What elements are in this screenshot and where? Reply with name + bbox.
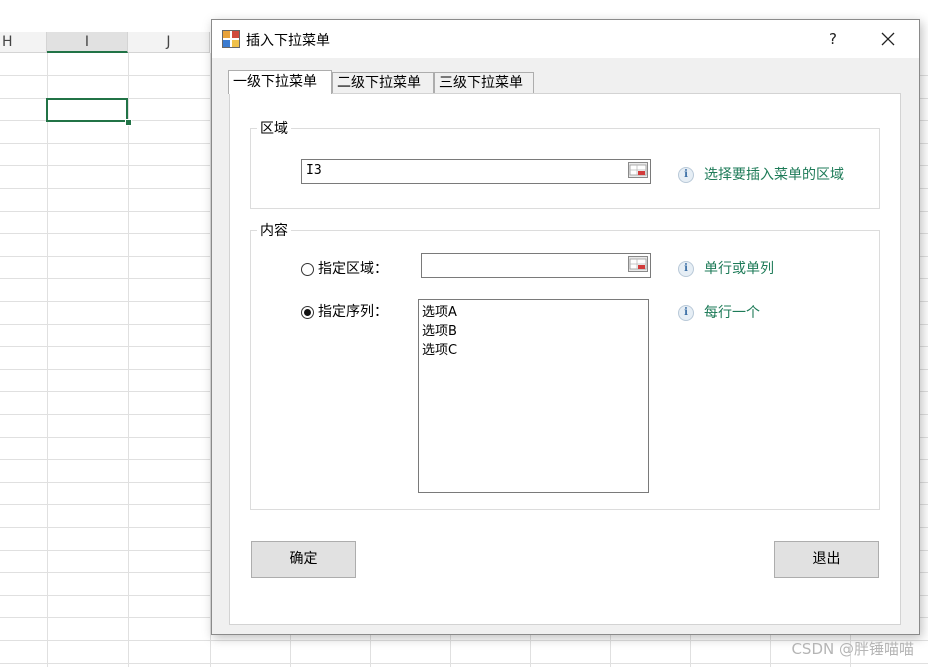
- list-item: 选项C: [422, 343, 458, 358]
- insert-dropdown-dialog: 插入下拉菜单 ? 一级下拉菜单 二级下拉菜单 三级下拉菜单 区域 I3 i 选择…: [211, 19, 920, 635]
- column-header-j[interactable]: J: [128, 32, 210, 53]
- content-group-title: 内容: [257, 220, 291, 240]
- sequence-option-label: 指定序列：: [318, 304, 388, 320]
- tab-level1[interactable]: 一级下拉菜单: [228, 70, 332, 94]
- column-header-h[interactable]: H: [0, 32, 47, 53]
- region-input[interactable]: I3: [301, 159, 651, 184]
- selected-cell[interactable]: [46, 98, 128, 122]
- content-group: 内容 指定区域： i 单行或单列 指定序列： 选项A 选项B 选项C i 每行一…: [250, 220, 880, 510]
- exit-button[interactable]: 退出: [774, 541, 879, 578]
- tab-level2[interactable]: 二级下拉菜单: [332, 72, 434, 93]
- sequence-hint: i 每行一个: [678, 302, 760, 322]
- range-picker-icon[interactable]: [628, 162, 648, 178]
- info-icon: i: [678, 261, 694, 277]
- app-icon: [222, 30, 240, 48]
- ok-button[interactable]: 确定: [251, 541, 356, 578]
- sequence-option[interactable]: 指定序列：: [301, 301, 388, 321]
- info-icon: i: [678, 305, 694, 321]
- sequence-textarea[interactable]: 选项A 选项B 选项C: [418, 299, 649, 493]
- grid-row-line: [0, 663, 928, 664]
- info-icon: i: [678, 167, 694, 183]
- grid-row-line: [0, 640, 928, 641]
- dialog-title: 插入下拉菜单: [246, 33, 330, 49]
- range-option-label: 指定区域：: [318, 261, 388, 277]
- tab-page-level1: 区域 I3 i 选择要插入菜单的区域 内容 指定区域： i 单行或单列 指定序列…: [229, 93, 901, 625]
- close-icon[interactable]: [875, 26, 901, 52]
- column-header-i[interactable]: I: [47, 32, 128, 53]
- region-input-value: I3: [306, 163, 322, 178]
- region-group: 区域 I3 i 选择要插入菜单的区域: [250, 118, 880, 209]
- watermark: CSDN @胖锤喵喵: [791, 640, 914, 658]
- range-option[interactable]: 指定区域：: [301, 258, 388, 278]
- sequence-radio[interactable]: [301, 305, 314, 319]
- list-item: 选项A: [422, 305, 457, 320]
- grid-column-line: [47, 53, 48, 667]
- title-bar: 插入下拉菜单 ?: [212, 20, 919, 58]
- region-group-title: 区域: [257, 118, 291, 138]
- range-picker-icon[interactable]: [628, 256, 648, 272]
- fill-handle[interactable]: [125, 119, 132, 126]
- tab-level3[interactable]: 三级下拉菜单: [434, 72, 534, 93]
- help-button[interactable]: ?: [820, 26, 846, 52]
- list-item: 选项B: [422, 324, 457, 339]
- range-radio[interactable]: [301, 262, 314, 276]
- content-range-input[interactable]: [421, 253, 651, 278]
- grid-column-line: [128, 53, 129, 667]
- range-hint: i 单行或单列: [678, 258, 774, 278]
- region-hint: i 选择要插入菜单的区域: [678, 164, 844, 184]
